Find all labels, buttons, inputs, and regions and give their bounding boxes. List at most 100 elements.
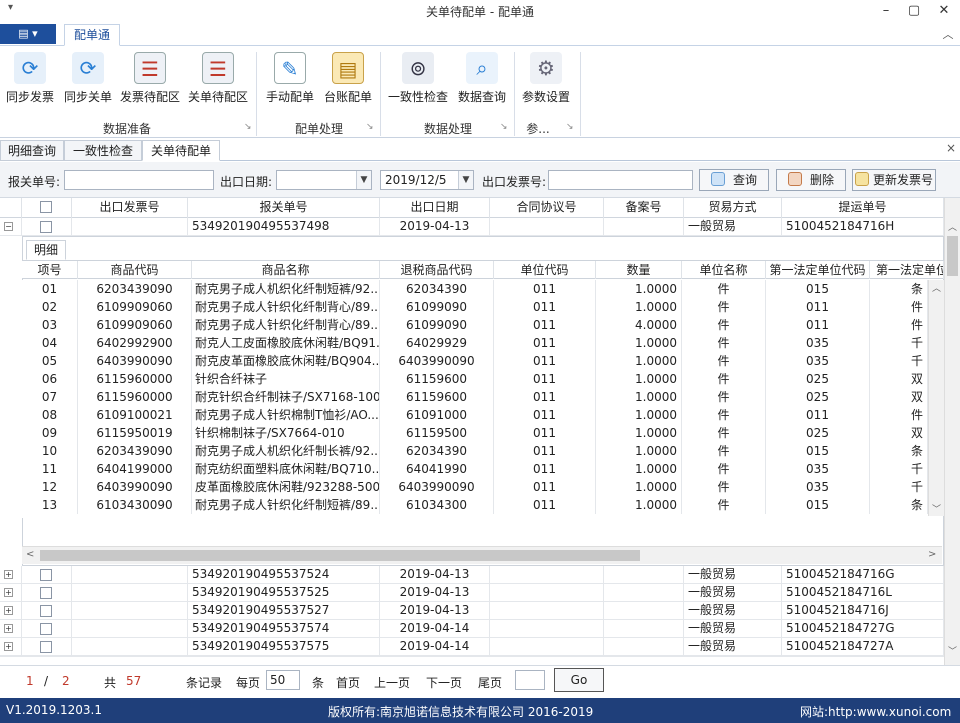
select-all-checkbox[interactable] bbox=[40, 201, 52, 213]
expand-row-icon[interactable]: + bbox=[4, 624, 13, 633]
detail-cell-tax: 61159500 bbox=[380, 424, 494, 442]
tab-customs-pending[interactable]: 关单待配单 bbox=[142, 140, 220, 161]
row-checkbox[interactable] bbox=[40, 605, 52, 617]
customs-pending-button[interactable]: ☰ 关单待配区 bbox=[186, 50, 250, 118]
list-item[interactable]: 10 6203439090 耐克男子成人机织化纤制长裤/92... 62034390 0… bbox=[22, 442, 928, 460]
data-query-button[interactable]: ⌕ 数据查询 bbox=[454, 50, 510, 118]
detail-cell-qty: 1.0000 bbox=[596, 298, 682, 316]
detail-cell-uname: 件 bbox=[682, 442, 766, 460]
expand-row-icon[interactable]: + bbox=[4, 642, 13, 651]
collapse-ribbon-icon[interactable]: ︿ bbox=[940, 26, 956, 42]
group-launcher-icon[interactable]: ↘ bbox=[244, 122, 252, 132]
scroll-right-icon[interactable]: > bbox=[928, 549, 936, 560]
scroll-thumb[interactable] bbox=[947, 236, 958, 276]
bl-no-cell: 5100452184716G bbox=[782, 566, 944, 584]
detail-cell-qty: 1.0000 bbox=[596, 424, 682, 442]
detail-cell-uname: 件 bbox=[682, 460, 766, 478]
delete-button[interactable]: 删除 bbox=[776, 169, 846, 191]
consistency-check-button[interactable]: ⊚ 一致性检查 bbox=[386, 50, 450, 118]
row-checkbox[interactable] bbox=[40, 221, 52, 233]
close-tab-icon[interactable]: × bbox=[946, 141, 956, 155]
maximize-button[interactable]: ▢ bbox=[900, 0, 928, 22]
settings-button[interactable]: ⚙ 参数设置 bbox=[518, 50, 574, 118]
last-page-link[interactable]: 尾页 bbox=[478, 674, 502, 691]
search-icon bbox=[710, 172, 725, 186]
table-row[interactable]: +534920190495537575 2019-04-14 一般贸易 5100452… bbox=[0, 638, 944, 656]
minimize-button[interactable]: – bbox=[872, 0, 900, 22]
group-launcher-icon[interactable]: ↘ bbox=[500, 122, 508, 132]
header-export-date[interactable]: 出口日期 bbox=[380, 198, 490, 218]
close-button[interactable]: ✕ bbox=[930, 0, 958, 22]
scroll-left-icon[interactable]: < bbox=[26, 549, 34, 560]
per-page-input[interactable]: 50 bbox=[266, 670, 300, 690]
expand-row-icon[interactable]: + bbox=[4, 570, 13, 579]
date-to-picker[interactable]: 2019/12/5 ▼ bbox=[380, 170, 474, 190]
row-checkbox[interactable] bbox=[40, 569, 52, 581]
group-launcher-icon[interactable]: ↘ bbox=[366, 122, 374, 132]
table-row[interactable]: +534920190495537524 2019-04-13 一般贸易 5100452… bbox=[0, 566, 944, 584]
first-page-link[interactable]: 首页 bbox=[336, 674, 360, 691]
goto-page-input[interactable] bbox=[515, 670, 545, 690]
header-contract-no[interactable]: 合同协议号 bbox=[490, 198, 604, 218]
ribbon-tab-main[interactable]: 配单通 bbox=[64, 24, 120, 46]
tab-detail-query[interactable]: 明细查询 bbox=[0, 140, 64, 161]
detail-vertical-scrollbar[interactable]: ︿ ﹀ bbox=[928, 280, 944, 516]
collapse-row-icon[interactable]: − bbox=[4, 222, 13, 231]
list-item[interactable]: 03 6109909060 耐克男子成人针织化纤制背心/89... 61099090 0… bbox=[22, 316, 928, 334]
scroll-thumb[interactable] bbox=[40, 550, 640, 561]
header-bl-no[interactable]: 提运单号 bbox=[782, 198, 944, 218]
tab-detail[interactable]: 明细 bbox=[26, 240, 66, 260]
row-checkbox[interactable] bbox=[40, 587, 52, 599]
list-item[interactable]: 13 6103430090 耐克男子成人针织化纤制短裤/89... 61034300 0… bbox=[22, 496, 928, 514]
app-menu-button[interactable]: ▤ ▾ bbox=[0, 24, 56, 44]
expand-row-icon[interactable]: + bbox=[4, 606, 13, 615]
invoice-no-input[interactable] bbox=[548, 170, 693, 190]
gear-icon: ⚙ bbox=[530, 52, 562, 84]
group-launcher-icon[interactable]: ↘ bbox=[566, 122, 574, 132]
list-item[interactable]: 06 6115960000 针织合纤袜子 61159600 011 1.0000 件 025 双 bbox=[22, 370, 928, 388]
list-item[interactable]: 11 6404199000 耐克纺织面塑料底休闲鞋/BQ710... 64041990… bbox=[22, 460, 928, 478]
detail-cell-no: 09 bbox=[22, 424, 78, 442]
detail-cell-unit: 011 bbox=[494, 424, 596, 442]
go-button[interactable]: Go bbox=[554, 668, 604, 692]
ledger-match-button[interactable]: ▤ 台账配单 bbox=[320, 50, 376, 118]
chevron-down-icon[interactable]: ▼ bbox=[458, 171, 473, 189]
update-invoice-button[interactable]: 更新发票号 bbox=[852, 169, 936, 191]
header-customs-no[interactable]: 报关单号 bbox=[188, 198, 380, 218]
list-item[interactable]: 07 6115960000 耐克针织合纤制袜子/SX7168-100 61159600… bbox=[22, 388, 928, 406]
chevron-down-icon[interactable]: ▼ bbox=[356, 171, 371, 189]
list-item[interactable]: 04 6402992900 耐克人工皮面橡胶底休闲鞋/BQ91... 64029929… bbox=[22, 334, 928, 352]
grid-vertical-scrollbar[interactable]: ︿ ﹀ bbox=[944, 198, 960, 665]
header-trade-mode[interactable]: 贸易方式 bbox=[684, 198, 782, 218]
list-item[interactable]: 05 6403990090 耐克皮革面橡胶底休闲鞋/BQ904... 64039900… bbox=[22, 352, 928, 370]
table-row[interactable]: +534920190495537527 2019-04-13 一般贸易 5100452… bbox=[0, 602, 944, 620]
expand-row-icon[interactable]: + bbox=[4, 588, 13, 597]
next-page-link[interactable]: 下一页 bbox=[426, 674, 462, 691]
invoice-pending-button[interactable]: ☰ 发票待配区 bbox=[118, 50, 182, 118]
list-item[interactable]: 01 6203439090 耐克男子成人机织化纤制短裤/92... 62034390 0… bbox=[22, 280, 928, 298]
sync-invoice-button[interactable]: ⟳ 同步发票 bbox=[4, 50, 56, 118]
list-item[interactable]: 12 6403990090 皮革面橡胶底休闲鞋/923288-500 64039900… bbox=[22, 478, 928, 496]
sync-customs-button[interactable]: ⟳ 同步关单 bbox=[62, 50, 114, 118]
row-checkbox[interactable] bbox=[40, 641, 52, 653]
table-row[interactable]: +534920190495537574 2019-04-14 一般贸易 5100452… bbox=[0, 620, 944, 638]
header-record-no[interactable]: 备案号 bbox=[604, 198, 684, 218]
table-row[interactable]: +534920190495537525 2019-04-13 一般贸易 5100452… bbox=[0, 584, 944, 602]
tab-consistency-check[interactable]: 一致性检查 bbox=[64, 140, 142, 161]
detail-cell-no: 04 bbox=[22, 334, 78, 352]
manual-match-button[interactable]: ✎ 手动配单 bbox=[262, 50, 318, 118]
status-bar: V1.2019.1203.1 版权所有:南京旭诺信息技术有限公司 2016-20… bbox=[0, 698, 960, 723]
list-item[interactable]: 08 6109100021 耐克男子成人针织棉制T恤衫/AO... 61091000 0… bbox=[22, 406, 928, 424]
table-row[interactable]: − 534920190495537498 2019-04-13 一般贸易 510… bbox=[0, 218, 944, 236]
header-invoice-no[interactable]: 出口发票号 bbox=[72, 198, 188, 218]
row-checkbox[interactable] bbox=[40, 623, 52, 635]
prev-page-link[interactable]: 上一页 bbox=[374, 674, 410, 691]
list-item[interactable]: 02 6109909060 耐克男子成人针织化纤制背心/89... 61099090 0… bbox=[22, 298, 928, 316]
group-separator bbox=[580, 52, 581, 136]
date-from-picker[interactable]: ▼ bbox=[276, 170, 372, 190]
customs-no-input[interactable] bbox=[64, 170, 214, 190]
detail-horizontal-scrollbar[interactable]: < > bbox=[22, 546, 942, 564]
list-item[interactable]: 09 6115950019 针织棉制袜子/SX7664-010 61159500 011… bbox=[22, 424, 928, 442]
query-button[interactable]: 查询 bbox=[699, 169, 769, 191]
detail-cell-lcode: 015 bbox=[766, 496, 870, 514]
